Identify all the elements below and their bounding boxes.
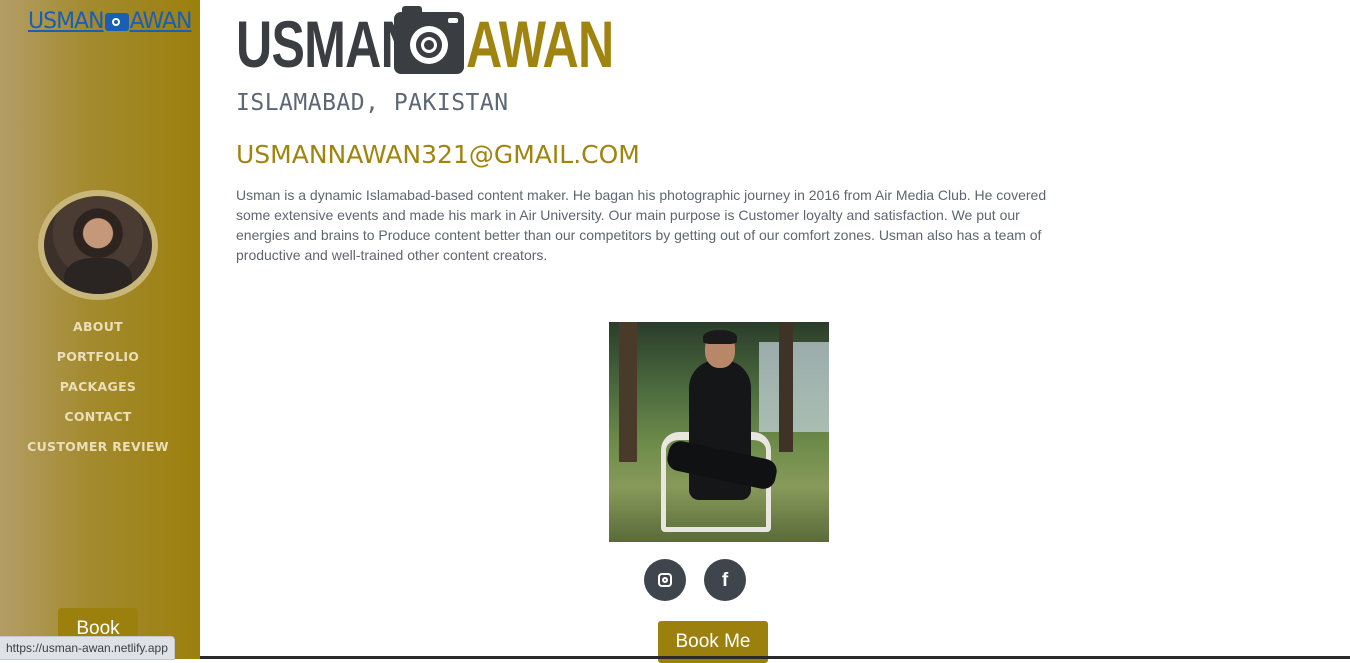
- brand-second: AWAN: [466, 7, 614, 81]
- brand-first: USMAN: [236, 7, 417, 81]
- lens-icon: [410, 26, 448, 64]
- camera-icon: [104, 12, 129, 31]
- facebook-icon: f: [721, 569, 729, 591]
- status-bar-url: https://usman-awan.netlify.app: [0, 636, 175, 660]
- sidebar-nav: ABOUT PORTFOLIO PACKAGES CONTACT CUSTOME…: [0, 318, 196, 468]
- camera-icon: [394, 6, 464, 74]
- sidebar-logo-right: AWAN: [129, 9, 193, 34]
- sidebar: USMAN AWAN ABOUT PORTFOLIO PACKAGES CONT…: [0, 0, 200, 659]
- nav-item-packages[interactable]: PACKAGES: [0, 378, 196, 408]
- nav-item-about[interactable]: ABOUT: [0, 318, 196, 348]
- avatar-frame: [38, 190, 158, 300]
- profile-photo: [609, 322, 829, 542]
- email-text: USMANNAWAN321@GMAIL.COM: [236, 140, 640, 169]
- brand-logo: USMAN AWAN: [236, 6, 660, 81]
- nav-item-portfolio[interactable]: PORTFOLIO: [0, 348, 196, 378]
- sidebar-logo-link[interactable]: USMAN AWAN: [28, 9, 193, 34]
- location-text: ISLAMABAD, PAKISTAN: [236, 90, 509, 116]
- nav-item-customer-review[interactable]: CUSTOMER REVIEW: [0, 438, 196, 468]
- bio-paragraph: Usman is a dynamic Islamabad-based conte…: [236, 187, 1047, 263]
- nav-item-contact[interactable]: CONTACT: [0, 408, 196, 438]
- instagram-button[interactable]: [644, 559, 686, 601]
- instagram-icon: [658, 573, 672, 587]
- avatar: [44, 196, 152, 294]
- facebook-button[interactable]: f: [704, 559, 746, 601]
- sidebar-logo-left: USMAN: [28, 9, 105, 34]
